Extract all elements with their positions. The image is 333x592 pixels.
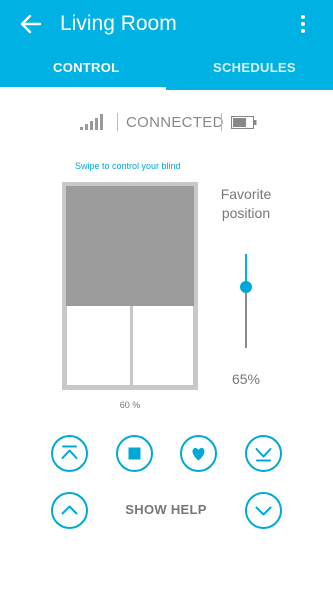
battery-icon bbox=[231, 116, 257, 129]
close-fully-button[interactable] bbox=[245, 435, 282, 472]
page-title: Living Room bbox=[60, 12, 177, 35]
show-help-button[interactable]: SHOW HELP bbox=[118, 502, 214, 517]
open-fully-icon bbox=[61, 445, 78, 459]
favorite-position-value: 65% bbox=[231, 371, 261, 387]
slider-track-lower bbox=[245, 287, 247, 348]
open-fully-button[interactable] bbox=[51, 435, 88, 472]
active-tab-indicator bbox=[0, 87, 166, 90]
back-arrow-icon[interactable] bbox=[18, 12, 44, 36]
status-separator bbox=[221, 113, 222, 131]
close-fully-icon bbox=[255, 448, 272, 462]
more-vert-icon[interactable] bbox=[292, 12, 314, 36]
favorite-position-label: Favorite position bbox=[220, 186, 272, 221]
step-up-button[interactable] bbox=[51, 492, 88, 529]
signal-strength-icon bbox=[80, 114, 106, 130]
tab-schedules[interactable]: SCHEDULES bbox=[213, 60, 296, 75]
stop-button[interactable] bbox=[116, 435, 153, 472]
blind-visualizer[interactable] bbox=[62, 182, 198, 390]
favorite-heart-icon bbox=[192, 447, 205, 461]
swipe-hint: Swipe to control your blind bbox=[75, 161, 181, 171]
app-bar: Living Room CONTROL SCHEDULES bbox=[0, 0, 333, 90]
step-up-icon bbox=[61, 505, 78, 515]
favorite-button[interactable] bbox=[180, 435, 217, 472]
connection-status-row: CONNECTED bbox=[0, 112, 333, 134]
blind-position-label: 60 % bbox=[119, 400, 141, 410]
tab-control[interactable]: CONTROL bbox=[53, 60, 119, 75]
connection-status-text: CONNECTED bbox=[126, 114, 224, 131]
favorite-position-slider[interactable] bbox=[238, 254, 254, 348]
stop-icon bbox=[128, 447, 141, 460]
slider-thumb[interactable] bbox=[240, 281, 252, 293]
window-pane-left bbox=[67, 306, 130, 385]
step-down-button[interactable] bbox=[245, 492, 282, 529]
window-pane-right bbox=[133, 306, 193, 385]
status-separator bbox=[117, 113, 118, 131]
step-down-icon bbox=[255, 506, 272, 516]
blind-shade[interactable] bbox=[66, 186, 194, 306]
